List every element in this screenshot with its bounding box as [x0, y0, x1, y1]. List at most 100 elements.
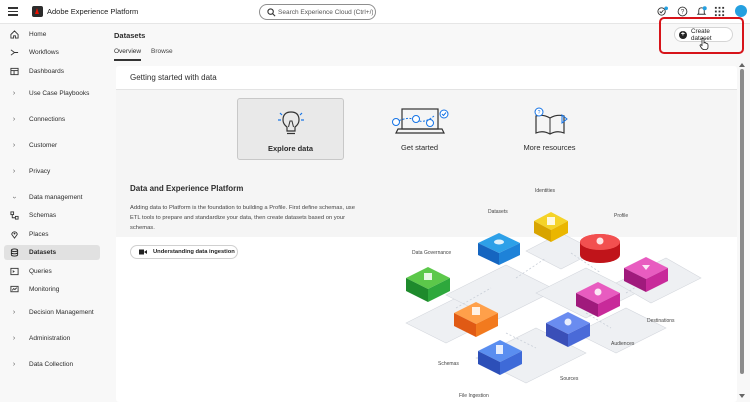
sidebar-item-workflows[interactable]: Workflows [4, 45, 100, 60]
understanding-ingestion-label: Understanding data ingestion [153, 249, 235, 255]
sidebar-item-label: Workflows [29, 49, 59, 56]
sidebar-item-queries[interactable]: Queries [4, 264, 100, 279]
sidebar: Home Workflows Dashboards › Use Case Pla… [0, 24, 104, 402]
label-identities: Identities [535, 188, 556, 194]
chevron-right-icon: › [12, 116, 16, 123]
page-title: Datasets [114, 31, 146, 40]
sidebar-item-label: Home [29, 31, 47, 38]
book-icon: ? [534, 107, 568, 135]
understanding-ingestion-button[interactable]: Understanding data ingestion [130, 245, 238, 259]
feedback-icon[interactable] [657, 6, 668, 17]
sidebar-item-connections[interactable]: › Connections [4, 112, 100, 127]
tab-browse[interactable]: Browse [151, 48, 173, 55]
search-input[interactable] [278, 6, 373, 18]
sidebar-item-label: Data management [29, 194, 83, 201]
sidebar-item-label: Use Case Playbooks [29, 90, 90, 97]
label-datasets: Datasets [488, 209, 508, 215]
hand-cursor-icon [699, 38, 709, 50]
sidebar-item-data-collection[interactable]: › Data Collection [4, 357, 100, 372]
svg-text:?: ? [537, 110, 540, 116]
chevron-down-icon: › [10, 196, 18, 199]
label-schemas: Schemas [438, 361, 459, 367]
sidebar-item-label: Dashboards [29, 68, 65, 75]
label-audiences: Audiences [611, 341, 635, 347]
home-icon [9, 30, 19, 39]
sidebar-item-data-management[interactable]: › Data management [4, 190, 100, 205]
chevron-right-icon: › [12, 335, 16, 342]
label-data-governance: Data Governance [412, 250, 451, 256]
avatar[interactable] [735, 5, 747, 17]
datasets-block [478, 233, 520, 265]
schemas-icon [9, 211, 19, 220]
chevron-right-icon: › [12, 90, 16, 97]
notifications-icon[interactable] [696, 6, 707, 17]
chevron-right-icon: › [12, 142, 16, 149]
video-camera-icon [139, 249, 147, 255]
search-icon [267, 8, 276, 17]
sidebar-item-datasets[interactable]: Datasets [4, 245, 100, 260]
scrollbar[interactable] [738, 61, 746, 402]
lightbulb-icon [277, 111, 304, 135]
profile-block [580, 234, 620, 263]
datasets-icon [10, 248, 18, 257]
svg-text:?: ? [681, 9, 685, 16]
scroll-thumb[interactable] [740, 69, 744, 374]
help-icon[interactable]: ? [677, 6, 688, 17]
active-tab-indicator [114, 59, 141, 61]
section-title: Data and Experience Platform [130, 184, 244, 193]
sidebar-item-label: Privacy [29, 168, 51, 175]
adobe-logo-icon [32, 6, 43, 17]
getting-started-card: Getting started with data Explore data G… [116, 66, 737, 402]
tab-overview[interactable]: Overview [114, 48, 141, 55]
label-file-ingestion: File Ingestion [459, 393, 489, 399]
platform-illustration: Identities Datasets Profile Data Governa… [405, 188, 702, 399]
sidebar-item-label: Administration [29, 335, 71, 342]
laptop-steps-icon [391, 108, 448, 134]
card-title: Getting started with data [130, 73, 217, 82]
sidebar-item-label: Places [29, 231, 49, 238]
scroll-up-icon[interactable] [739, 63, 745, 67]
sidebar-item-dashboards[interactable]: Dashboards [4, 64, 100, 79]
monitoring-icon [9, 285, 19, 293]
tile-more-resources[interactable]: ? More resources [496, 98, 603, 160]
tile-label: Explore data [267, 144, 313, 153]
sidebar-item-label: Datasets [29, 249, 57, 256]
sidebar-item-administration[interactable]: › Administration [4, 331, 100, 346]
sidebar-item-label: Connections [29, 116, 66, 123]
sidebar-item-privacy[interactable]: › Privacy [4, 164, 100, 179]
chevron-right-icon: › [12, 361, 16, 368]
tile-explore-data[interactable]: Explore data [237, 98, 344, 160]
apps-grid-icon[interactable] [714, 6, 725, 17]
top-bar: Adobe Experience Platform ? [0, 0, 750, 24]
sidebar-item-label: Data Collection [29, 361, 74, 368]
sidebar-item-label: Queries [29, 268, 52, 275]
sidebar-item-label: Decision Management [29, 309, 94, 316]
label-profile: Profile [614, 213, 628, 219]
scroll-down-icon[interactable] [739, 394, 745, 398]
search-box[interactable] [259, 4, 376, 20]
app-title: Adobe Experience Platform [47, 7, 139, 16]
label-sources: Sources [560, 376, 579, 382]
chevron-right-icon: › [12, 309, 16, 316]
page-header: Datasets Overview Browse [104, 24, 750, 61]
sidebar-item-home[interactable]: Home [4, 27, 100, 42]
sidebar-item-schemas[interactable]: Schemas [4, 208, 100, 223]
sidebar-item-customer[interactable]: › Customer [4, 138, 100, 153]
workflows-icon [10, 49, 18, 56]
data-governance-block [406, 267, 450, 302]
dashboards-icon [9, 67, 19, 76]
sidebar-item-decision-management[interactable]: › Decision Management [4, 305, 100, 320]
sidebar-item-use-case-playbooks[interactable]: › Use Case Playbooks [4, 86, 100, 101]
sidebar-item-label: Schemas [29, 212, 57, 219]
sidebar-item-places[interactable]: Places [4, 227, 100, 242]
sidebar-item-monitoring[interactable]: Monitoring [4, 282, 100, 297]
chevron-right-icon: › [12, 168, 16, 175]
queries-icon [9, 267, 19, 276]
places-icon [10, 231, 18, 239]
sidebar-item-label: Customer [29, 142, 58, 149]
tile-get-started[interactable]: Get started [366, 98, 473, 160]
tile-label: Get started [400, 143, 439, 152]
label-destinations: Destinations [647, 318, 675, 324]
menu-icon[interactable] [8, 7, 18, 16]
section-body: Adding data to Platform is the foundatio… [130, 205, 355, 231]
